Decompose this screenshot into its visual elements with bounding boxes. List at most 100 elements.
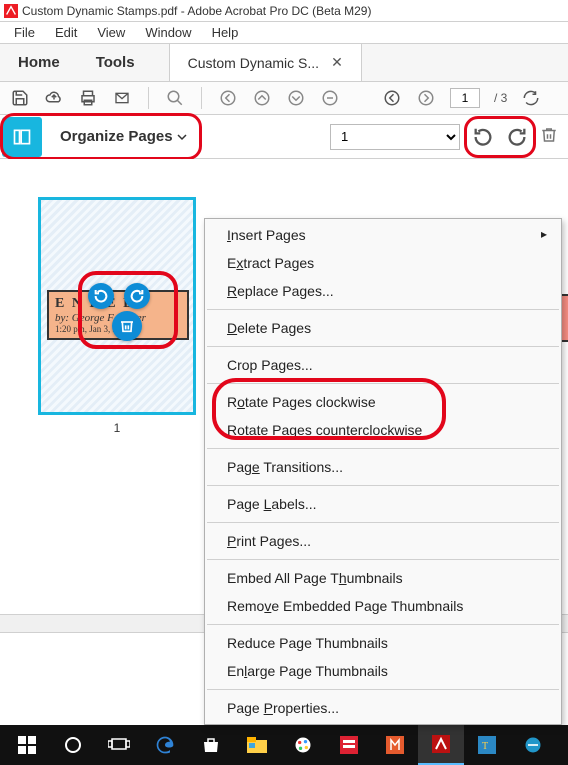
cm-page-labels[interactable]: Page Labels... <box>205 490 561 518</box>
thumbnails-panel-toggle[interactable] <box>2 117 42 157</box>
cm-extract-pages[interactable]: Extract Pages <box>205 249 561 277</box>
taskbar-app-4[interactable] <box>510 725 556 765</box>
refresh-icon[interactable] <box>521 88 541 108</box>
start-button[interactable] <box>4 725 50 765</box>
delete-page-button[interactable] <box>540 126 562 148</box>
tab-tools[interactable]: Tools <box>78 44 153 81</box>
cm-trans-label: Transitions... <box>260 459 343 475</box>
mail-icon[interactable] <box>112 88 132 108</box>
thumbnail-hover-controls <box>88 283 150 309</box>
nav-forward-icon[interactable] <box>416 88 436 108</box>
cm-page-properties[interactable]: Page Properties... <box>205 694 561 722</box>
cm-enlarge-label: arge Page Thumbnails <box>247 663 388 679</box>
cm-insert-label: nsert Pages <box>231 227 306 243</box>
svg-text:T: T <box>482 741 488 752</box>
organize-pages-dropdown[interactable]: Organize Pages <box>52 122 195 151</box>
thumb-delete-button[interactable] <box>112 311 142 341</box>
thumb-rotate-ccw-button[interactable] <box>88 283 114 309</box>
organize-pages-label: Organize Pages <box>60 128 173 145</box>
menu-separator <box>207 383 559 384</box>
cm-print-label: rint Pages... <box>236 533 311 549</box>
tab-document-label: Custom Dynamic S... <box>188 55 319 71</box>
menu-separator <box>207 689 559 690</box>
cm-remove-label: e Embedded Page Thumbnails <box>271 598 463 614</box>
cm-replace-label: eplace Pages... <box>237 283 334 299</box>
menu-file[interactable]: File <box>4 22 45 43</box>
menu-help[interactable]: Help <box>202 22 249 43</box>
tab-home[interactable]: Home <box>0 44 78 81</box>
page-up-icon[interactable] <box>252 88 272 108</box>
tab-document[interactable]: Custom Dynamic S... ✕ <box>169 44 362 81</box>
cm-reduce-thumbs[interactable]: Reduce Page Thumbnails <box>205 629 561 657</box>
taskview-icon[interactable] <box>96 725 142 765</box>
cm-reduce-label: Reduce Pa <box>227 635 296 651</box>
cm-crop-label: Crop Pa <box>227 357 278 373</box>
thumbnail-page-number: 1 <box>38 421 196 435</box>
thumb-rotate-cw-button[interactable] <box>124 283 150 309</box>
page-down-icon[interactable] <box>286 88 306 108</box>
toolbar-separator <box>201 87 202 109</box>
acrobat-app-icon <box>4 4 18 18</box>
explorer-icon[interactable] <box>234 725 280 765</box>
first-page-icon[interactable] <box>218 88 238 108</box>
page-select: 1 <box>330 124 460 150</box>
cm-page-transitions[interactable]: Page Transitions... <box>205 453 561 481</box>
tab-close-button[interactable]: ✕ <box>331 54 343 71</box>
cm-rotccw-label: Rotate Pages <box>227 422 316 438</box>
page-count-label: / 3 <box>494 91 507 105</box>
menu-separator <box>207 309 559 310</box>
menu-separator <box>207 624 559 625</box>
edge-icon[interactable] <box>142 725 188 765</box>
nav-back-icon[interactable] <box>382 88 402 108</box>
store-icon[interactable] <box>188 725 234 765</box>
menu-view[interactable]: View <box>87 22 135 43</box>
rotate-cw-button[interactable] <box>504 124 530 150</box>
print-icon[interactable] <box>78 88 98 108</box>
taskbar-acrobat-icon[interactable] <box>418 725 464 765</box>
rotate-ccw-button[interactable] <box>470 124 496 150</box>
cm-print-pages[interactable]: Print Pages... <box>205 527 561 555</box>
organize-toolbar: Organize Pages 1 <box>0 115 568 159</box>
menu-separator <box>207 448 559 449</box>
paint-icon[interactable] <box>280 725 326 765</box>
cm-rotate-cw[interactable]: Rotate Pages clockwise <box>205 388 561 416</box>
titlebar: Custom Dynamic Stamps.pdf - Adobe Acroba… <box>0 0 568 22</box>
cm-delete-label: elete Pages <box>237 320 311 336</box>
menu-separator <box>207 522 559 523</box>
cm-replace-pages[interactable]: Replace Pages... <box>205 277 561 305</box>
cm-enlarge-thumbs[interactable]: Enlarge Page Thumbnails <box>205 657 561 685</box>
cm-delete-pages[interactable]: Delete Pages <box>205 314 561 342</box>
menubar: File Edit View Window Help <box>0 22 568 44</box>
cm-remove-thumbs[interactable]: Remove Embedded Page Thumbnails <box>205 592 561 620</box>
rotate-button-group <box>470 124 530 150</box>
cm-labels-label: abels... <box>271 496 316 512</box>
taskbar-app-3[interactable]: T <box>464 725 510 765</box>
taskbar-app-1[interactable] <box>326 725 372 765</box>
menu-edit[interactable]: Edit <box>45 22 87 43</box>
search-icon[interactable] <box>165 88 185 108</box>
cloud-icon[interactable] <box>44 88 64 108</box>
menu-separator <box>207 559 559 560</box>
menu-separator <box>207 485 559 486</box>
main-toolbar: / 3 <box>0 82 568 115</box>
zoom-out-icon[interactable] <box>320 88 340 108</box>
page-number-input[interactable] <box>450 88 480 108</box>
chevron-down-icon <box>177 132 187 142</box>
tab-bar: Home Tools Custom Dynamic S... ✕ <box>0 44 568 82</box>
cortana-icon[interactable] <box>50 725 96 765</box>
toolbar-separator <box>148 87 149 109</box>
submenu-arrow-icon: ▸ <box>541 227 547 241</box>
window-title: Custom Dynamic Stamps.pdf - Adobe Acroba… <box>22 4 371 18</box>
save-icon[interactable] <box>10 88 30 108</box>
cm-props-label: roperties... <box>273 700 339 716</box>
windows-taskbar: T <box>0 725 568 765</box>
taskbar-app-2[interactable] <box>372 725 418 765</box>
page-select-dropdown[interactable]: 1 <box>330 124 460 150</box>
menu-separator <box>207 346 559 347</box>
cm-rotate-ccw[interactable]: Rotate Pages counterclockwise <box>205 416 561 444</box>
menu-window[interactable]: Window <box>135 22 201 43</box>
cm-embed-thumbs[interactable]: Embed All Page Thumbnails <box>205 564 561 592</box>
cm-crop-pages[interactable]: Crop Pages... <box>205 351 561 379</box>
page-context-menu: Insert Pages▸ Extract Pages Replace Page… <box>204 218 562 725</box>
cm-insert-pages[interactable]: Insert Pages▸ <box>205 221 561 249</box>
